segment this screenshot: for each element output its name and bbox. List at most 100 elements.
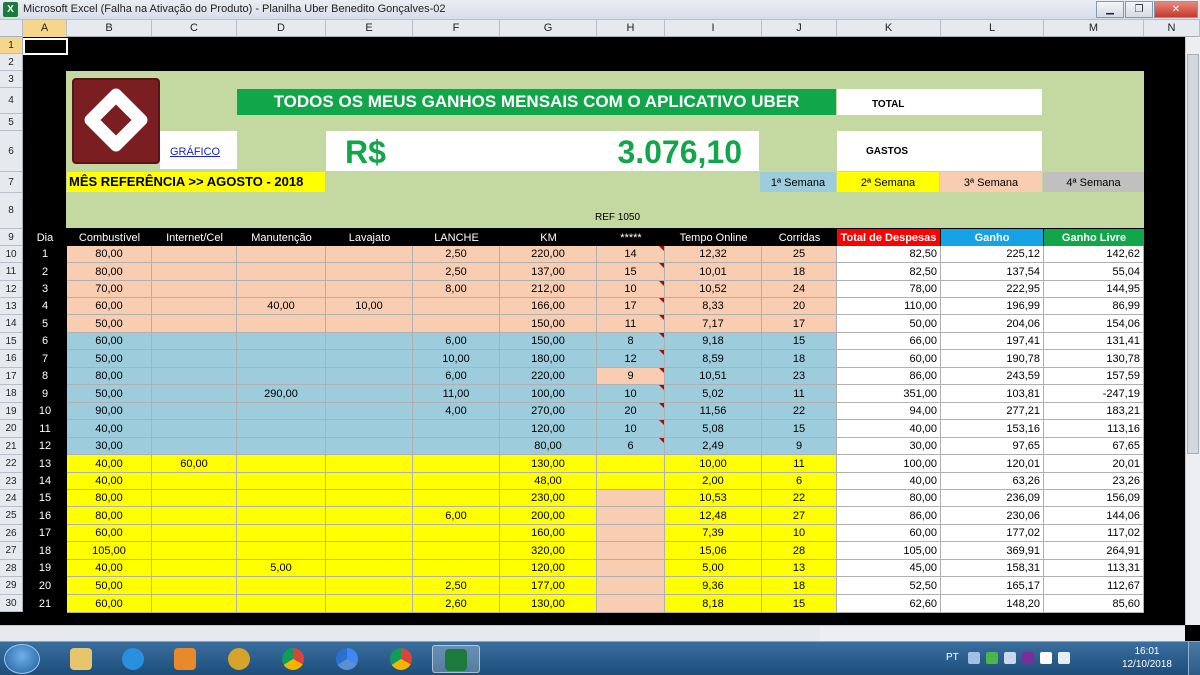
- cell-km[interactable]: 80,00: [500, 438, 597, 455]
- cell-ganho[interactable]: 165,17: [941, 577, 1044, 595]
- cell-livre[interactable]: 130,78: [1044, 350, 1144, 368]
- cell-corr[interactable]: 17: [762, 315, 837, 333]
- cell-lav[interactable]: [326, 281, 413, 298]
- cell-lan[interactable]: [413, 490, 500, 507]
- cell-net[interactable]: [152, 473, 237, 490]
- cell-ganho[interactable]: 97,65: [941, 438, 1044, 455]
- cell-lan[interactable]: 10,00: [413, 350, 500, 368]
- vertical-scrollbar[interactable]: [1185, 37, 1200, 625]
- cell-lan[interactable]: 8,00: [413, 281, 500, 298]
- cell-lav[interactable]: [326, 246, 413, 263]
- cell-km[interactable]: 120,00: [500, 420, 597, 438]
- cell-comb[interactable]: 60,00: [67, 595, 152, 613]
- cell-corr[interactable]: 18: [762, 263, 837, 281]
- dia-cell[interactable]: 2: [24, 263, 66, 281]
- cell-livre[interactable]: 183,21: [1044, 403, 1144, 420]
- cell-lav[interactable]: [326, 560, 413, 577]
- cell-livre[interactable]: 20,01: [1044, 455, 1144, 473]
- row-header-26[interactable]: 26: [0, 525, 23, 542]
- row-header-2[interactable]: 2: [0, 54, 23, 71]
- cell-tempo[interactable]: 5,08: [665, 420, 762, 438]
- cell-km[interactable]: 130,00: [500, 595, 597, 613]
- taskbar-chrome-1[interactable]: [270, 645, 318, 673]
- show-desktop-button[interactable]: [1188, 642, 1200, 675]
- cell-corr[interactable]: 11: [762, 455, 837, 473]
- dia-cell[interactable]: 1: [24, 246, 66, 263]
- cell-comb[interactable]: 40,00: [67, 560, 152, 577]
- cell-ganho[interactable]: 177,02: [941, 525, 1044, 542]
- cell-net[interactable]: [152, 281, 237, 298]
- cell-comb[interactable]: 90,00: [67, 403, 152, 420]
- cell-livre[interactable]: 156,09: [1044, 490, 1144, 507]
- cell-corr[interactable]: 10: [762, 525, 837, 542]
- row-header-29[interactable]: 29: [0, 577, 23, 595]
- row-header-10[interactable]: 10: [0, 246, 23, 263]
- dia-cell[interactable]: 6: [24, 333, 66, 350]
- cell-est[interactable]: 15: [597, 263, 665, 281]
- cell-net[interactable]: [152, 315, 237, 333]
- column-header-k[interactable]: K: [837, 20, 941, 37]
- column-header-a[interactable]: A: [23, 20, 67, 37]
- cell-km[interactable]: 212,00: [500, 281, 597, 298]
- cell-desp[interactable]: 40,00: [837, 420, 941, 438]
- cell-est[interactable]: 20: [597, 403, 665, 420]
- cell-tempo[interactable]: 11,56: [665, 403, 762, 420]
- cell-est[interactable]: 10: [597, 420, 665, 438]
- cell-lan[interactable]: 4,00: [413, 403, 500, 420]
- cell-km[interactable]: 100,00: [500, 385, 597, 403]
- column-header-c[interactable]: C: [152, 20, 237, 37]
- cell-man[interactable]: [237, 438, 326, 455]
- cell-man[interactable]: [237, 577, 326, 595]
- dia-cell[interactable]: 19: [24, 560, 66, 577]
- grafico-link[interactable]: GRÁFICO: [170, 146, 220, 158]
- cell-est[interactable]: [597, 595, 665, 613]
- cell-man[interactable]: [237, 455, 326, 473]
- start-button[interactable]: [4, 644, 40, 674]
- tray-onenote-icon[interactable]: [1022, 652, 1034, 664]
- cell-ganho[interactable]: 103,81: [941, 385, 1044, 403]
- cell-desp[interactable]: 82,50: [837, 246, 941, 263]
- cell-tempo[interactable]: 8,33: [665, 298, 762, 315]
- cell-comb[interactable]: 80,00: [67, 263, 152, 281]
- row-header-20[interactable]: 20: [0, 420, 23, 438]
- cell-km[interactable]: 150,00: [500, 315, 597, 333]
- cell-desp[interactable]: 62,60: [837, 595, 941, 613]
- scroll-thumb[interactable]: [1187, 54, 1199, 454]
- tray-sync-icon[interactable]: [986, 652, 998, 664]
- cell-man[interactable]: [237, 473, 326, 490]
- cell-livre[interactable]: 117,02: [1044, 525, 1144, 542]
- cell-corr[interactable]: 20: [762, 298, 837, 315]
- row-header-23[interactable]: 23: [0, 473, 23, 490]
- cell-est[interactable]: 10: [597, 385, 665, 403]
- dia-cell[interactable]: 3: [24, 281, 66, 298]
- cell-tempo[interactable]: 10,01: [665, 263, 762, 281]
- cell-km[interactable]: 48,00: [500, 473, 597, 490]
- cell-lav[interactable]: [326, 333, 413, 350]
- cell-desp[interactable]: 86,00: [837, 368, 941, 385]
- cell-corr[interactable]: 9: [762, 438, 837, 455]
- column-header-f[interactable]: F: [413, 20, 500, 37]
- cell-net[interactable]: [152, 368, 237, 385]
- cell-km[interactable]: 270,00: [500, 403, 597, 420]
- cell-man[interactable]: 5,00: [237, 560, 326, 577]
- cell-livre[interactable]: 55,04: [1044, 263, 1144, 281]
- row-header-24[interactable]: 24: [0, 490, 23, 507]
- cell-est[interactable]: [597, 490, 665, 507]
- cell-tempo[interactable]: 5,02: [665, 385, 762, 403]
- cell-est[interactable]: [597, 560, 665, 577]
- cell-corr[interactable]: 18: [762, 350, 837, 368]
- cell-ganho[interactable]: 277,21: [941, 403, 1044, 420]
- column-header-n[interactable]: N: [1144, 20, 1200, 37]
- volume-icon[interactable]: [1058, 652, 1070, 664]
- cell-lan[interactable]: [413, 542, 500, 560]
- cell-lan[interactable]: [413, 455, 500, 473]
- cell-comb[interactable]: 80,00: [67, 246, 152, 263]
- cell-lan[interactable]: 2,50: [413, 246, 500, 263]
- cell-est[interactable]: 17: [597, 298, 665, 315]
- cell-tempo[interactable]: 9,18: [665, 333, 762, 350]
- cell-lav[interactable]: [326, 438, 413, 455]
- cell-desp[interactable]: 82,50: [837, 263, 941, 281]
- row-header-30[interactable]: 30: [0, 595, 23, 612]
- cell-ganho[interactable]: 225,12: [941, 246, 1044, 263]
- dia-cell[interactable]: 12: [24, 438, 66, 455]
